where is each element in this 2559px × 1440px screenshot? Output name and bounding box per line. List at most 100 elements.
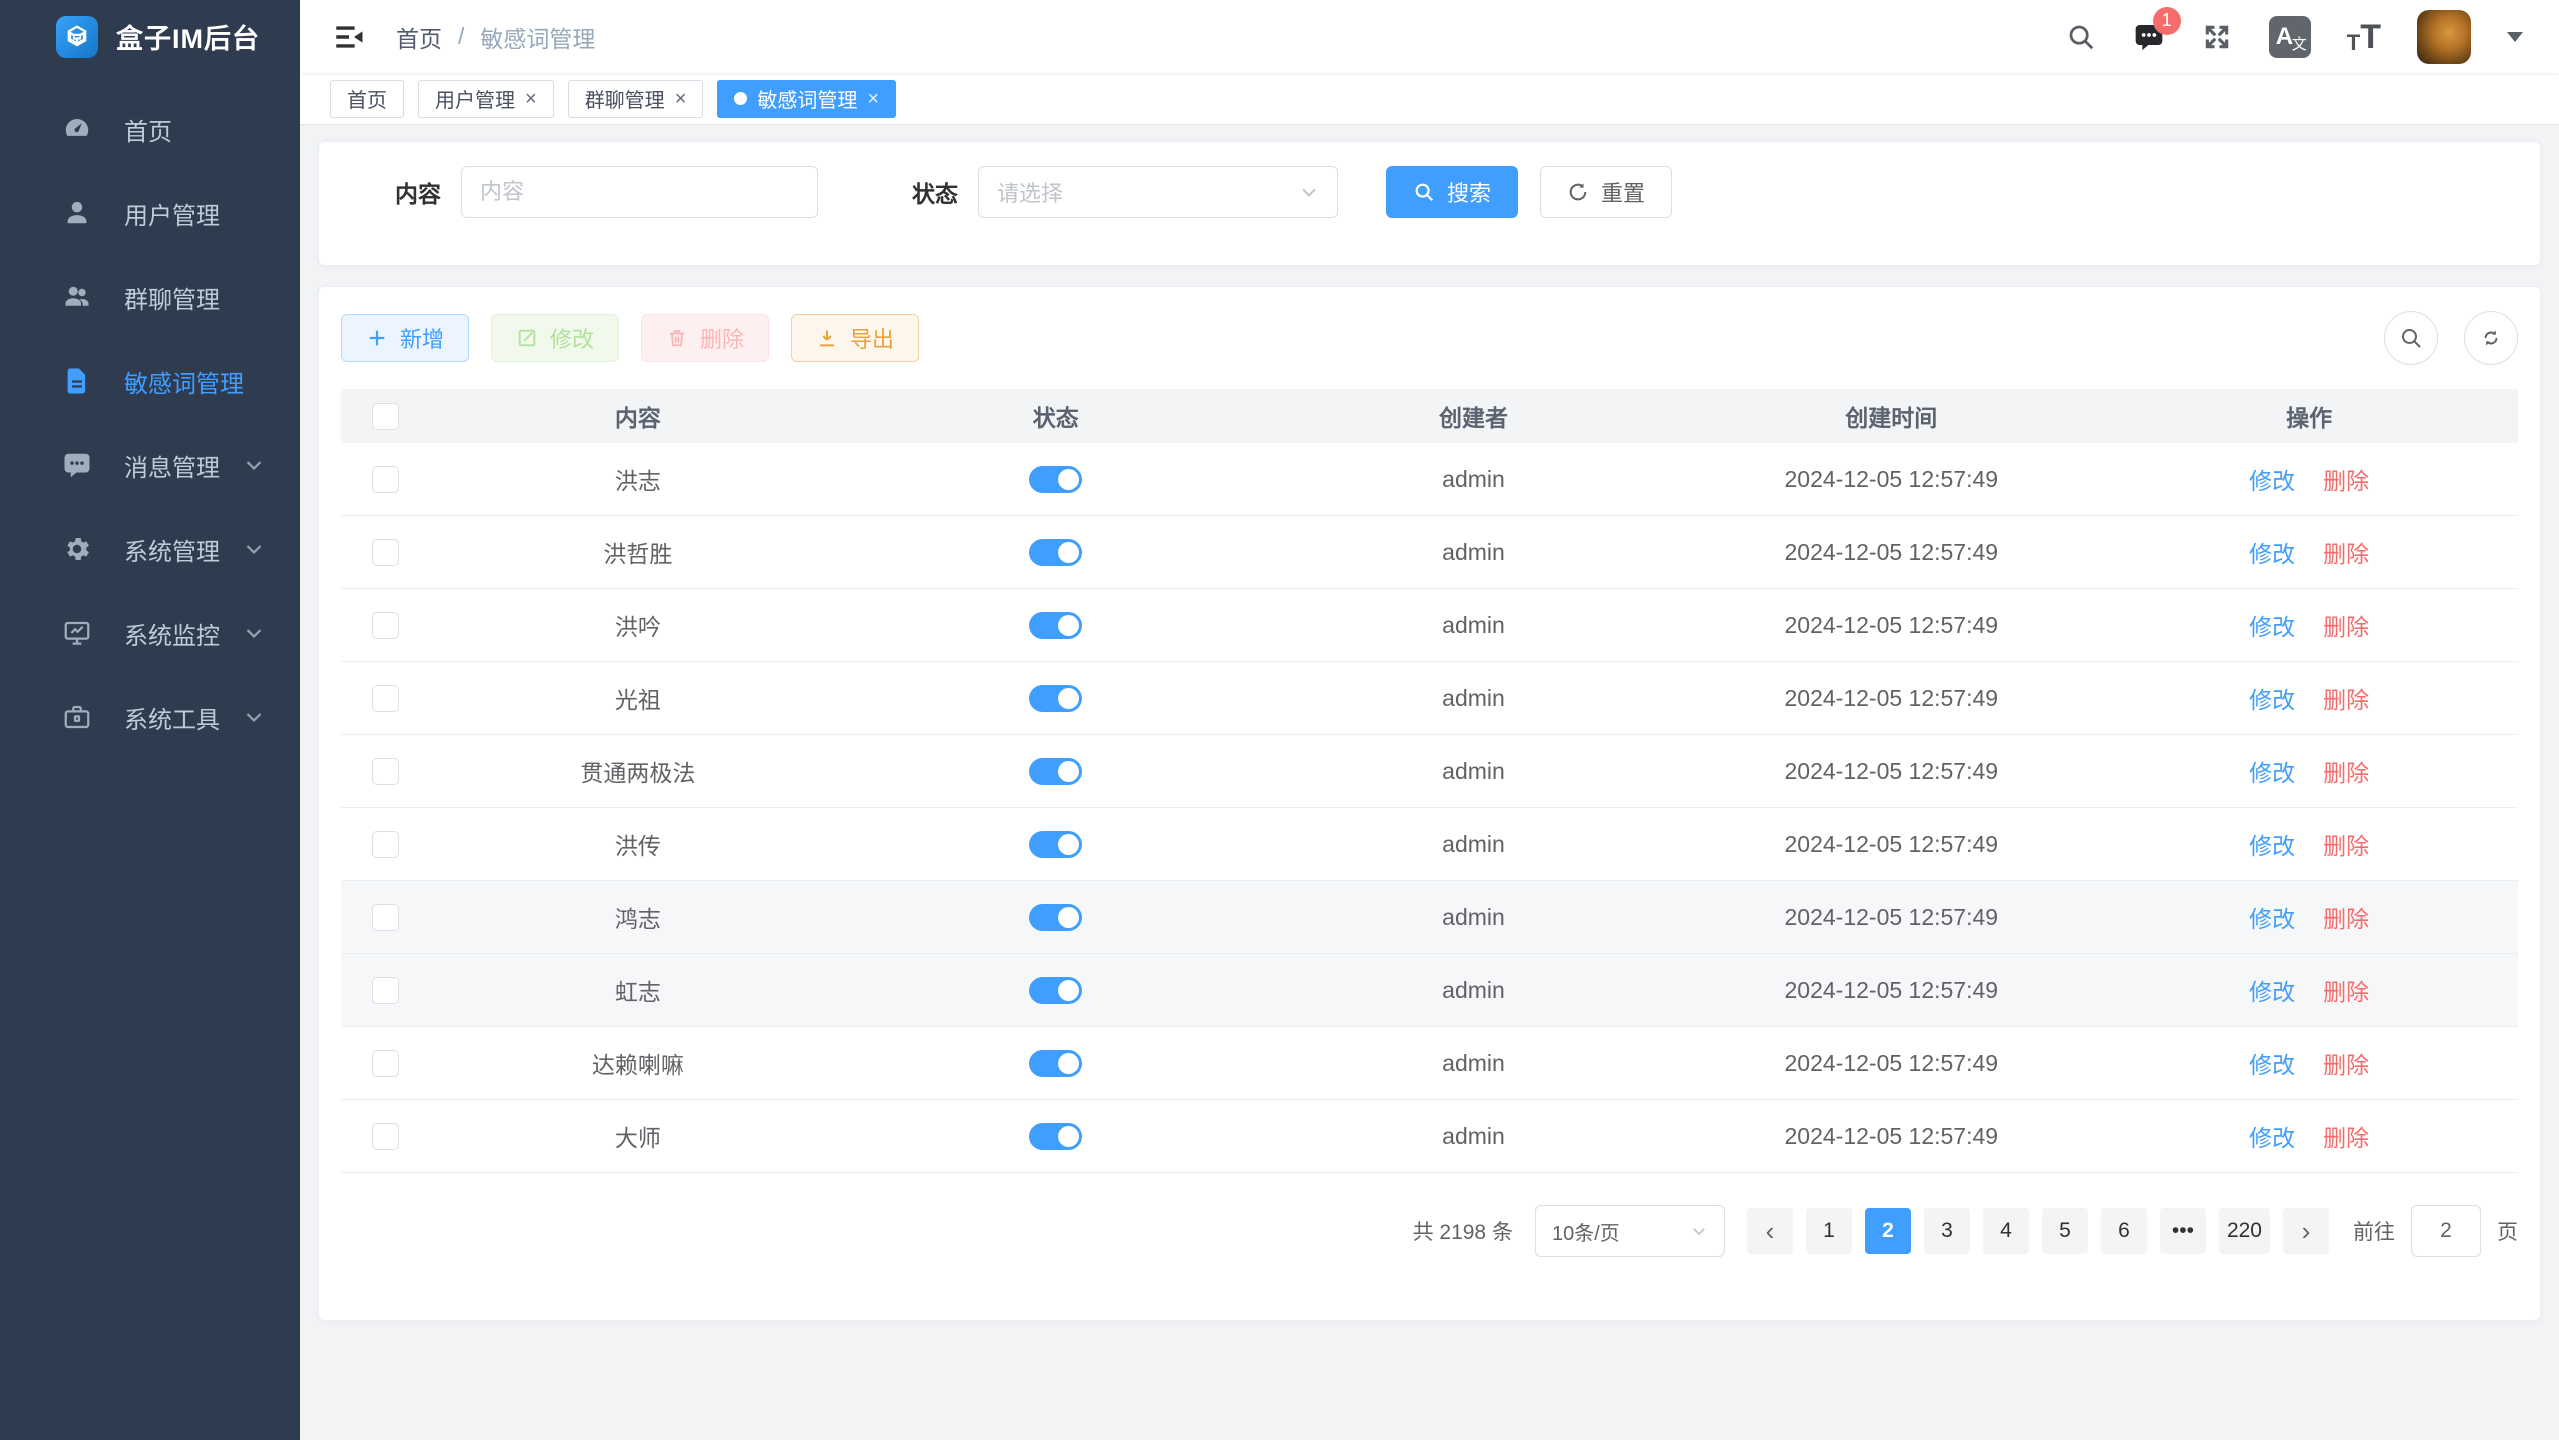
cell-created-at: 2024-12-05 12:57:49 xyxy=(1682,904,2100,931)
refresh-icon[interactable] xyxy=(2464,311,2518,365)
goto-page-input[interactable] xyxy=(2411,1205,2481,1257)
sidebar-item-system-manage[interactable]: 系统管理 xyxy=(0,507,300,591)
tab-敏感词管理[interactable]: 敏感词管理× xyxy=(717,80,896,118)
page-button-1[interactable]: 1 xyxy=(1806,1208,1852,1254)
status-toggle[interactable] xyxy=(1029,977,1082,1004)
content-filter-input[interactable] xyxy=(461,166,818,218)
close-icon[interactable]: × xyxy=(525,89,537,109)
avatar[interactable] xyxy=(2417,10,2471,64)
fullscreen-icon[interactable] xyxy=(2201,21,2233,53)
monitor-icon xyxy=(62,618,92,648)
sidebar-item-user-manage[interactable]: 用户管理 xyxy=(0,171,300,255)
tab-群聊管理[interactable]: 群聊管理× xyxy=(568,80,704,118)
cell-created-at: 2024-12-05 12:57:49 xyxy=(1682,685,2100,712)
search-button[interactable]: 搜索 xyxy=(1386,166,1518,218)
page-buttons: ‹ 123456 ••• 220 › xyxy=(1747,1208,2329,1254)
status-select-placeholder: 请选择 xyxy=(997,176,1063,208)
sidebar-item-group-manage[interactable]: 群聊管理 xyxy=(0,255,300,339)
row-edit-link[interactable]: 修改 xyxy=(2249,535,2295,569)
message-notification-icon[interactable]: 1 xyxy=(2133,21,2165,53)
breadcrumb: 首页 / 敏感词管理 xyxy=(396,20,595,54)
sidebar-item-message-manage[interactable]: 消息管理 xyxy=(0,423,300,507)
tab-用户管理[interactable]: 用户管理× xyxy=(418,80,554,118)
close-icon[interactable]: × xyxy=(867,89,879,109)
prev-page-button[interactable]: ‹ xyxy=(1747,1208,1793,1254)
row-checkbox[interactable] xyxy=(372,685,399,712)
row-edit-link[interactable]: 修改 xyxy=(2249,608,2295,642)
row-delete-link[interactable]: 删除 xyxy=(2323,754,2369,788)
row-delete-link[interactable]: 删除 xyxy=(2323,1119,2369,1153)
row-checkbox[interactable] xyxy=(372,539,399,566)
row-delete-link[interactable]: 删除 xyxy=(2323,535,2369,569)
row-checkbox[interactable] xyxy=(372,1123,399,1150)
add-button[interactable]: 新增 xyxy=(341,314,469,362)
page-button-6[interactable]: 6 xyxy=(2101,1208,2147,1254)
tab-首页[interactable]: 首页 xyxy=(330,80,404,118)
status-toggle[interactable] xyxy=(1029,685,1082,712)
next-page-button[interactable]: › xyxy=(2283,1208,2329,1254)
chevron-down-icon xyxy=(242,453,266,477)
row-edit-link[interactable]: 修改 xyxy=(2249,681,2295,715)
toggle-search-icon[interactable] xyxy=(2384,311,2438,365)
reset-button[interactable]: 重置 xyxy=(1540,166,1672,218)
row-delete-link[interactable]: 删除 xyxy=(2323,1046,2369,1080)
row-checkbox[interactable] xyxy=(372,831,399,858)
page-button-2[interactable]: 2 xyxy=(1865,1208,1911,1254)
more-pages-button[interactable]: ••• xyxy=(2160,1208,2206,1254)
row-checkbox[interactable] xyxy=(372,612,399,639)
row-checkbox[interactable] xyxy=(372,1050,399,1077)
page-button-4[interactable]: 4 xyxy=(1983,1208,2029,1254)
row-checkbox[interactable] xyxy=(372,977,399,1004)
close-icon[interactable]: × xyxy=(675,89,687,109)
status-toggle[interactable] xyxy=(1029,758,1082,785)
row-checkbox[interactable] xyxy=(372,904,399,931)
sidebar-item-system-monitor[interactable]: 系统监控 xyxy=(0,591,300,675)
row-delete-link[interactable]: 删除 xyxy=(2323,608,2369,642)
language-switch-icon[interactable]: A 文 xyxy=(2269,16,2311,58)
select-all-checkbox[interactable] xyxy=(372,403,399,430)
row-edit-link[interactable]: 修改 xyxy=(2249,900,2295,934)
page-button-3[interactable]: 3 xyxy=(1924,1208,1970,1254)
row-delete-link[interactable]: 删除 xyxy=(2323,462,2369,496)
page-button-220[interactable]: 220 xyxy=(2219,1208,2270,1254)
row-edit-link[interactable]: 修改 xyxy=(2249,462,2295,496)
breadcrumb-home[interactable]: 首页 xyxy=(396,20,442,54)
status-toggle[interactable] xyxy=(1029,831,1082,858)
pagination: 共 2198 条 10条/页 ‹123456•••220› 前往 页 xyxy=(341,1205,2518,1257)
cell-content: 洪哲胜 xyxy=(429,535,847,569)
row-delete-link[interactable]: 删除 xyxy=(2323,900,2369,934)
chevron-down-icon xyxy=(242,705,266,729)
edit-button[interactable]: 修改 xyxy=(491,314,619,362)
status-filter-select[interactable]: 请选择 xyxy=(978,166,1338,218)
status-toggle[interactable] xyxy=(1029,612,1082,639)
status-toggle[interactable] xyxy=(1029,904,1082,931)
row-delete-link[interactable]: 删除 xyxy=(2323,973,2369,1007)
sidebar-item-system-tools[interactable]: 系统工具 xyxy=(0,675,300,759)
sidebar-item-sensitive-words[interactable]: 敏感词管理 xyxy=(0,339,300,423)
user-menu-caret-icon[interactable] xyxy=(2507,32,2523,42)
sidebar-fold-icon[interactable] xyxy=(332,20,366,54)
status-toggle[interactable] xyxy=(1029,466,1082,493)
row-checkbox[interactable] xyxy=(372,466,399,493)
row-edit-link[interactable]: 修改 xyxy=(2249,754,2295,788)
cell-created-at: 2024-12-05 12:57:49 xyxy=(1682,758,2100,785)
search-icon[interactable] xyxy=(2065,21,2097,53)
delete-button[interactable]: 删除 xyxy=(641,314,769,362)
cell-created-at: 2024-12-05 12:57:49 xyxy=(1682,612,2100,639)
status-toggle[interactable] xyxy=(1029,539,1082,566)
row-delete-link[interactable]: 删除 xyxy=(2323,681,2369,715)
status-toggle[interactable] xyxy=(1029,1123,1082,1150)
status-toggle[interactable] xyxy=(1029,1050,1082,1077)
row-edit-link[interactable]: 修改 xyxy=(2249,1119,2295,1153)
row-delete-link[interactable]: 删除 xyxy=(2323,827,2369,861)
page-button-5[interactable]: 5 xyxy=(2042,1208,2088,1254)
sidebar-item-home[interactable]: 首页 xyxy=(0,87,300,171)
page-size-select[interactable]: 10条/页 xyxy=(1535,1205,1725,1257)
row-edit-link[interactable]: 修改 xyxy=(2249,1046,2295,1080)
row-edit-link[interactable]: 修改 xyxy=(2249,827,2295,861)
page-size-value: 10条/页 xyxy=(1552,1217,1620,1246)
row-checkbox[interactable] xyxy=(372,758,399,785)
row-edit-link[interactable]: 修改 xyxy=(2249,973,2295,1007)
export-button[interactable]: 导出 xyxy=(791,314,919,362)
font-size-icon[interactable]: TT xyxy=(2347,20,2381,54)
